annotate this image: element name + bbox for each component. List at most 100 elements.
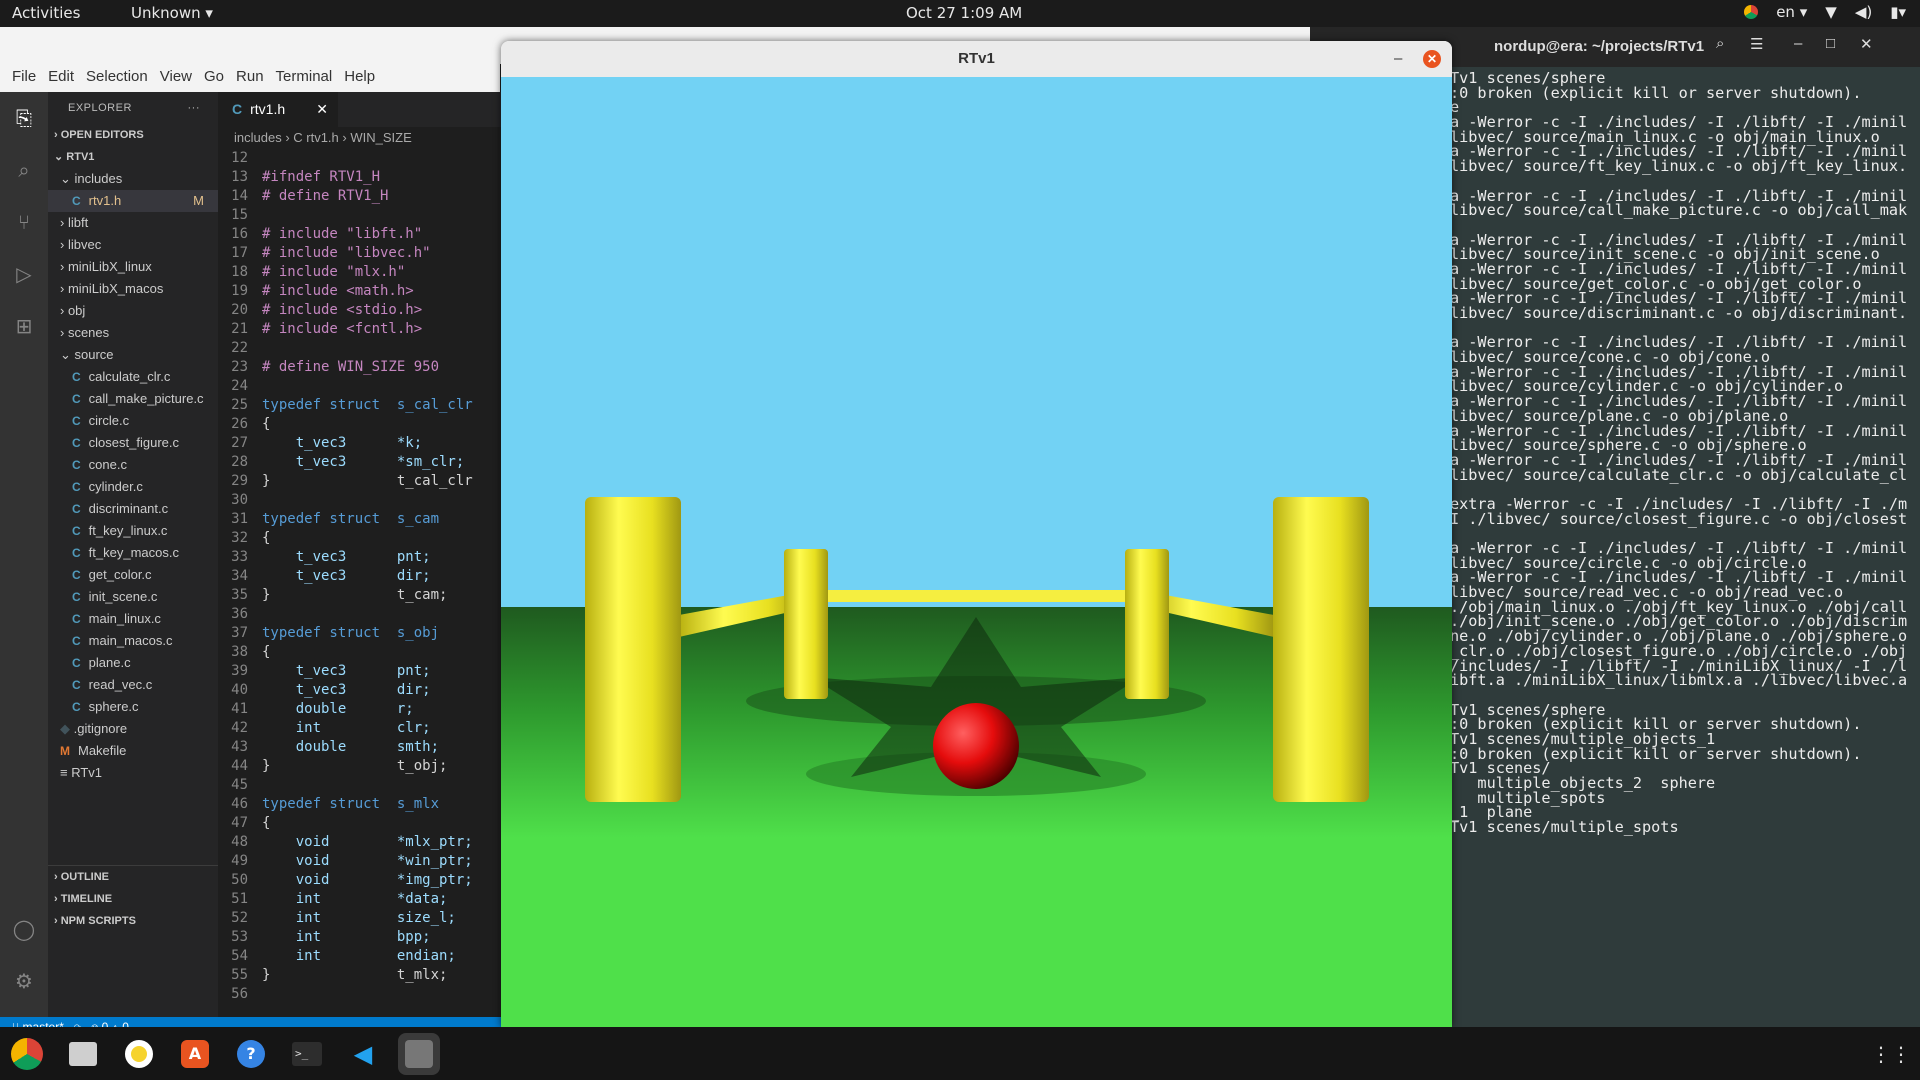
outline-section[interactable]: › OUTLINE (48, 866, 218, 888)
line-number: 50 (231, 872, 248, 888)
code-text: t_vec3 pnt; (262, 549, 431, 565)
npm-scripts-section[interactable]: › NPM SCRIPTS (48, 910, 218, 932)
breadcrumb-file[interactable]: C rtv1.h (293, 130, 339, 145)
file-item[interactable]: ft_key_linux.c (48, 520, 218, 542)
breadcrumb-symbol[interactable]: WIN_SIZE (350, 130, 411, 145)
breadcrumb[interactable]: includes › C rtv1.h › WIN_SIZE (218, 127, 412, 149)
software-center-icon[interactable]: A (174, 1033, 216, 1075)
files-icon[interactable] (62, 1033, 104, 1075)
code-text: } t_cam; (262, 587, 448, 603)
activities-button[interactable]: Activities (12, 4, 80, 22)
c-file-icon (72, 413, 89, 428)
file-item[interactable]: main_macos.c (48, 630, 218, 652)
explorer-icon[interactable]: ⎘ (11, 106, 37, 132)
file-item[interactable]: rtv1.h M (48, 190, 218, 212)
line-number: 16 (231, 226, 248, 242)
folder-item[interactable]: › scenes (48, 322, 218, 344)
file-item[interactable]: Makefile (48, 740, 218, 762)
code-text: # include "libvec.h" (262, 245, 431, 261)
source-control-icon[interactable]: ⑂ (11, 210, 37, 236)
vscode-icon[interactable]: ◀ (342, 1033, 384, 1075)
c-file-icon (72, 611, 89, 626)
code-text: void *img_ptr; (262, 872, 473, 888)
extensions-icon[interactable]: ⊞ (11, 314, 37, 340)
rtv1-app-icon[interactable] (398, 1033, 440, 1075)
menu-terminal[interactable]: Terminal (270, 64, 339, 92)
tree-item-label: main_macos.c (88, 633, 173, 648)
folder-item[interactable]: › libft (48, 212, 218, 234)
file-item[interactable]: cylinder.c (48, 476, 218, 498)
line-number: 28 (231, 454, 248, 470)
chrome-icon[interactable] (6, 1033, 48, 1075)
file-item[interactable]: call_make_picture.c (48, 388, 218, 410)
terminal-icon[interactable]: >_ (286, 1033, 328, 1075)
search-icon[interactable]: ⌕ (11, 158, 37, 184)
timeline-section[interactable]: › TIMELINE (48, 888, 218, 910)
code-text: # include <math.h> (262, 283, 414, 299)
file-icon: ≡ (60, 765, 72, 780)
file-item[interactable]: init_scene.c (48, 586, 218, 608)
system-tray[interactable]: en ▾ ▼ ◀) ▮▾ (1744, 3, 1906, 21)
file-item[interactable]: ≡ RTv1 (48, 762, 218, 784)
close-icon[interactable]: ✕ (1423, 50, 1441, 68)
menu-help[interactable]: Help (338, 64, 381, 92)
menu-view[interactable]: View (154, 64, 198, 92)
code-text: int *data; (262, 891, 448, 907)
account-icon[interactable]: ◯ (11, 917, 37, 943)
close-icon[interactable]: ✕ (316, 92, 328, 127)
folder-item[interactable]: ⌄ source (48, 344, 218, 366)
folder-item[interactable]: › miniLibX_macos (48, 278, 218, 300)
file-item[interactable]: calculate_clr.c (48, 366, 218, 388)
project-section[interactable]: ⌄ RTV1 (48, 146, 218, 168)
hamburger-menu-icon[interactable]: ☰ (1750, 35, 1763, 53)
folder-item[interactable]: ⌄ includes (48, 168, 218, 190)
maximize-icon[interactable]: □ (1826, 35, 1835, 52)
file-item[interactable]: plane.c (48, 652, 218, 674)
breadcrumb-folder[interactable]: includes (234, 130, 282, 145)
terminal-output[interactable]: Tv1 scenes/sphere:0 broken (explicit kil… (1450, 69, 1920, 1024)
clock[interactable]: Oct 27 1:09 AM (906, 4, 1022, 22)
line-number: 48 (231, 834, 248, 850)
chrome-tray-icon[interactable] (1744, 5, 1759, 19)
show-applications-icon[interactable]: ⋮⋮ (1870, 1033, 1912, 1075)
volume-icon: ◀) (1854, 3, 1873, 21)
file-item[interactable]: ◆ .gitignore (48, 718, 218, 740)
menu-run[interactable]: Run (230, 64, 270, 92)
close-icon[interactable]: ✕ (1860, 35, 1873, 53)
c-file-icon (72, 391, 89, 406)
help-icon[interactable]: ? (230, 1033, 272, 1075)
tab-rtv1-h[interactable]: Crtv1.h ✕ (218, 92, 338, 127)
tree-item-label: libft (67, 215, 89, 230)
app-menu[interactable]: Unknown ▾ (131, 4, 213, 22)
file-item[interactable]: closest_figure.c (48, 432, 218, 454)
menu-edit[interactable]: Edit (42, 64, 80, 92)
code-text: int endian; (262, 948, 456, 964)
folder-item[interactable]: › libvec (48, 234, 218, 256)
menu-file[interactable]: File (6, 64, 42, 92)
language-indicator[interactable]: en ▾ (1776, 3, 1807, 21)
gear-icon[interactable]: ⚙ (11, 969, 37, 995)
menu-selection[interactable]: Selection (80, 64, 154, 92)
run-debug-icon[interactable]: ▷ (11, 262, 37, 288)
file-item[interactable]: read_vec.c (48, 674, 218, 696)
minimize-icon[interactable]: – (1394, 41, 1402, 77)
file-item[interactable]: circle.c (48, 410, 218, 432)
open-editors-section[interactable]: › OPEN EDITORS (48, 124, 218, 146)
file-item[interactable]: sphere.c (48, 696, 218, 718)
minimize-icon[interactable]: – (1794, 35, 1802, 52)
file-item[interactable]: main_linux.c (48, 608, 218, 630)
file-item[interactable]: ft_key_macos.c (48, 542, 218, 564)
rtv1-titlebar[interactable]: RTv1 – ✕ (501, 41, 1452, 77)
folder-item[interactable]: › miniLibX_linux (48, 256, 218, 278)
terminal-line: a -Werror -c -I ./includes/ -I ./libft/ … (1450, 333, 1908, 352)
file-item[interactable]: cone.c (48, 454, 218, 476)
file-item[interactable]: get_color.c (48, 564, 218, 586)
search-icon[interactable]: ⌕ (1716, 35, 1724, 52)
rhythmbox-icon[interactable] (118, 1033, 160, 1075)
more-actions-icon[interactable]: ··· (188, 92, 201, 124)
render-canvas[interactable] (501, 77, 1452, 1027)
menu-go[interactable]: Go (198, 64, 230, 92)
file-item[interactable]: discriminant.c (48, 498, 218, 520)
makefile-icon (60, 743, 78, 758)
folder-item[interactable]: › obj (48, 300, 218, 322)
